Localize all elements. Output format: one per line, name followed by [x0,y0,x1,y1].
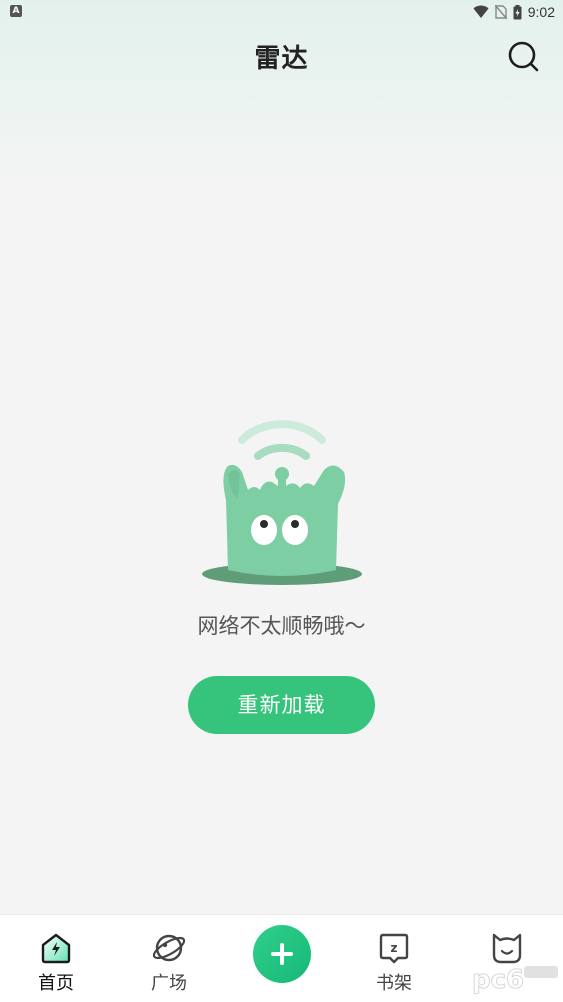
home-bolt-icon [41,933,71,964]
clock: 9:02 [527,4,555,20]
pc6-watermark-logo: pc6 [472,965,558,995]
plus-icon [271,943,293,965]
network-error-message: 网络不太顺畅哦～ [197,614,366,638]
planet-icon [152,934,186,962]
reload-button[interactable]: 重新加载 [188,676,375,734]
svg-text:z: z [391,941,398,955]
tab-bookshelf[interactable]: z 书架 [349,915,439,1002]
no-sim-icon [494,5,507,19]
cat-face-icon [492,933,522,964]
page-title: 雷达 [254,44,309,74]
status-bar: A 9:02 [0,0,563,24]
header-background [0,0,563,190]
search-button[interactable] [505,38,541,74]
notification-app-icon: A [10,5,22,17]
add-button[interactable] [253,925,311,983]
status-indicators: 9:02 [473,3,555,21]
search-icon [508,41,539,72]
network-error-mascot-illustration [202,420,362,585]
tab-square-label: 广场 [151,973,187,994]
app-screen: A 9:02 雷达 网络不太顺畅哦～ 重新加载 首页 广场 z 书架 pc6 [0,0,563,1002]
tab-bookshelf-label: 书架 [376,973,412,994]
svg-text:pc6: pc6 [472,965,524,995]
wifi-icon [473,5,489,18]
battery-icon [513,4,522,19]
tab-square[interactable]: 广场 [124,915,214,1002]
tab-home[interactable]: 首页 [11,915,101,1002]
bookshelf-z-icon: z [379,933,409,964]
tab-home-label: 首页 [38,973,74,994]
